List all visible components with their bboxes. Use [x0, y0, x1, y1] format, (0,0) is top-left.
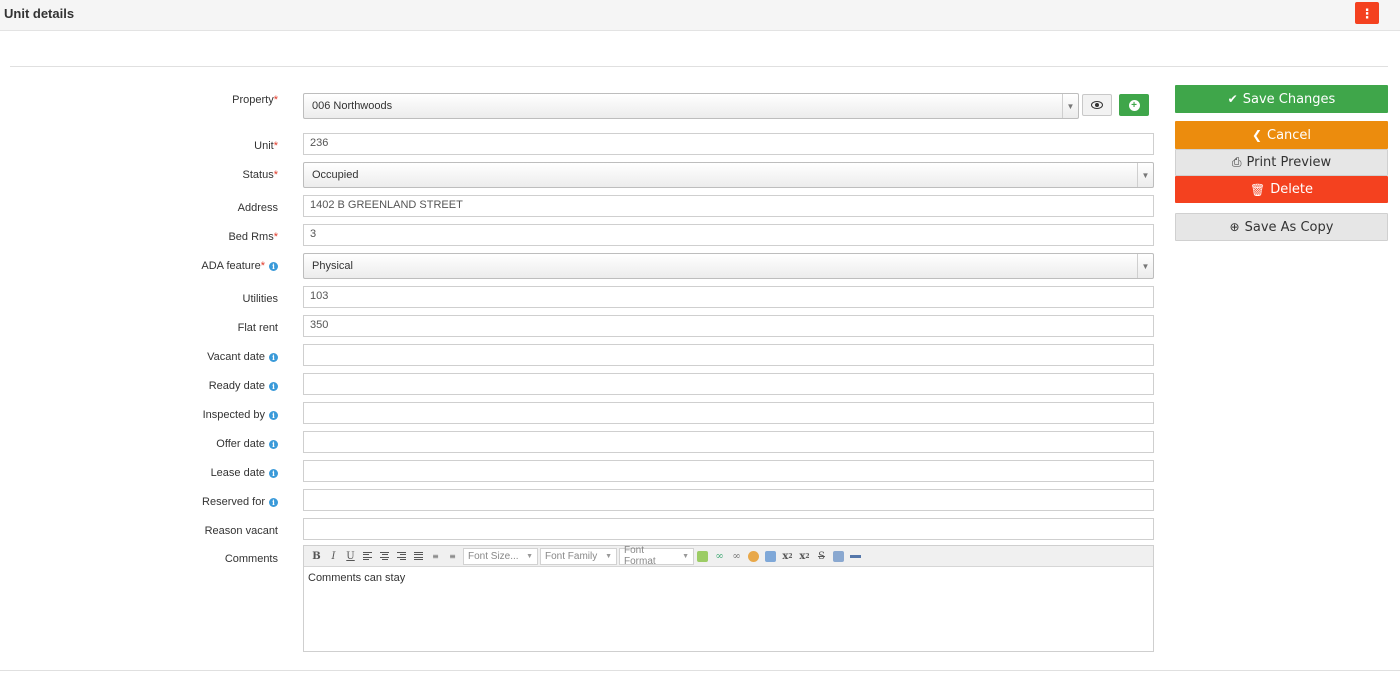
page-header: Unit details ⋮ — [0, 0, 1400, 31]
header-divider — [10, 66, 1388, 67]
add-property-button[interactable]: + — [1119, 94, 1149, 116]
reason-vacant-input[interactable] — [303, 518, 1154, 540]
kebab-menu-button[interactable]: ⋮ — [1355, 2, 1379, 24]
ada-feature-label: ADA feature* i — [201, 260, 278, 272]
lease-date-label: Lease date i — [211, 467, 278, 479]
reason-vacant-label: Reason vacant — [204, 525, 278, 537]
align-center-icon[interactable] — [376, 548, 393, 565]
italic-icon[interactable]: I — [325, 548, 342, 565]
kebab-icon: ⋮ — [1360, 5, 1374, 21]
font-size-dropdown[interactable]: Font Size... ▼ — [463, 547, 538, 565]
chevron-down-icon: ▼ — [1137, 163, 1153, 187]
chevron-down-icon: ▼ — [1062, 94, 1078, 118]
unlink-icon[interactable]: ∞ — [728, 548, 745, 565]
trash-icon: 🗑 — [1250, 182, 1266, 197]
delete-button[interactable]: 🗑 Delete — [1175, 176, 1388, 203]
info-icon[interactable]: i — [269, 262, 278, 271]
ada-feature-value: Physical — [312, 260, 353, 272]
image-icon[interactable] — [745, 548, 762, 565]
check-icon: ✔ — [1227, 92, 1238, 106]
edit-icon[interactable] — [694, 548, 711, 565]
info-icon[interactable]: i — [269, 411, 278, 420]
footer-divider — [0, 670, 1400, 671]
utilities-input[interactable]: 103 — [303, 286, 1154, 308]
plus-circle-icon: ⊕ — [1229, 220, 1240, 234]
comments-editor: B I U ≡ ≡ Font Size... ▼ Font Family ▼ Fon… — [303, 545, 1154, 652]
strikethrough-icon[interactable]: S — [813, 548, 830, 565]
superscript-icon[interactable]: x2 — [796, 548, 813, 565]
ready-date-label: Ready date i — [209, 380, 278, 392]
font-family-dropdown[interactable]: Font Family ▼ — [540, 547, 617, 565]
info-icon[interactable]: i — [269, 382, 278, 391]
print-preview-button[interactable]: ⎙ Print Preview — [1175, 149, 1388, 176]
status-select[interactable]: Occupied ▼ — [303, 162, 1154, 188]
print-icon: ⎙ — [1231, 155, 1242, 169]
chevron-down-icon: ▼ — [1137, 254, 1153, 278]
subscript-icon[interactable]: x2 — [779, 548, 796, 565]
horizontal-rule-icon[interactable] — [847, 548, 864, 565]
align-left-icon[interactable] — [359, 548, 376, 565]
property-label: Property* — [232, 94, 278, 106]
lease-date-input[interactable] — [303, 460, 1154, 482]
property-select[interactable]: 006 Northwoods ▼ — [303, 93, 1079, 119]
chevron-left-icon: ❮ — [1251, 128, 1262, 142]
editor-toolbar: B I U ≡ ≡ Font Size... ▼ Font Family ▼ Fon… — [304, 545, 1153, 567]
info-icon[interactable]: i — [269, 498, 278, 507]
align-justify-icon[interactable] — [410, 548, 427, 565]
comments-label: Comments — [224, 553, 278, 565]
save-changes-button[interactable]: ✔ Save Changes — [1175, 85, 1388, 113]
inspected-by-label: Inspected by i — [203, 409, 278, 421]
eye-icon — [1091, 101, 1103, 109]
offer-date-label: Offer date i — [216, 438, 278, 450]
inspected-by-input[interactable] — [303, 402, 1154, 424]
ada-feature-select[interactable]: Physical ▼ — [303, 253, 1154, 279]
ordered-list-icon[interactable]: ≡ — [427, 548, 444, 565]
info-icon[interactable]: i — [269, 440, 278, 449]
reserved-for-input[interactable] — [303, 489, 1154, 511]
info-icon[interactable]: i — [269, 469, 278, 478]
bed-rms-input[interactable]: 3 — [303, 224, 1154, 246]
vacant-date-input[interactable] — [303, 344, 1154, 366]
offer-date-input[interactable] — [303, 431, 1154, 453]
comments-textarea[interactable]: Comments can stay — [304, 567, 1153, 589]
utilities-label: Utilities — [242, 293, 278, 305]
address-label: Address — [237, 202, 278, 214]
status-label: Status* — [242, 169, 278, 181]
link-icon[interactable]: ∞ — [711, 548, 728, 565]
font-format-dropdown[interactable]: Font Format ▼ — [619, 545, 694, 567]
reserved-for-label: Reserved for i — [202, 496, 278, 508]
required-marker: * — [273, 94, 278, 106]
page-title: Unit details — [4, 6, 75, 21]
bed-rms-label: Bed Rms* — [228, 231, 278, 243]
unit-input[interactable]: 236 — [303, 133, 1154, 155]
ready-date-input[interactable] — [303, 373, 1154, 395]
underline-icon[interactable]: U — [342, 548, 359, 565]
save-as-copy-button[interactable]: ⊕ Save As Copy — [1175, 213, 1388, 241]
flat-rent-input[interactable]: 350 — [303, 315, 1154, 337]
info-icon[interactable]: i — [269, 353, 278, 362]
align-right-icon[interactable] — [393, 548, 410, 565]
property-value: 006 Northwoods — [312, 100, 393, 112]
unit-label: Unit* — [254, 140, 278, 152]
vacant-date-label: Vacant date i — [207, 351, 278, 363]
html-source-icon[interactable] — [762, 548, 779, 565]
bold-icon[interactable]: B — [308, 548, 325, 565]
cancel-button[interactable]: ❮ Cancel — [1175, 121, 1388, 149]
clear-formatting-icon[interactable] — [830, 548, 847, 565]
view-property-button[interactable] — [1082, 94, 1112, 116]
flat-rent-label: Flat rent — [237, 322, 278, 334]
address-input[interactable]: 1402 B GREENLAND STREET — [303, 195, 1154, 217]
unordered-list-icon[interactable]: ≡ — [444, 548, 461, 565]
status-value: Occupied — [312, 169, 359, 181]
plus-circle-icon: + — [1128, 99, 1140, 111]
